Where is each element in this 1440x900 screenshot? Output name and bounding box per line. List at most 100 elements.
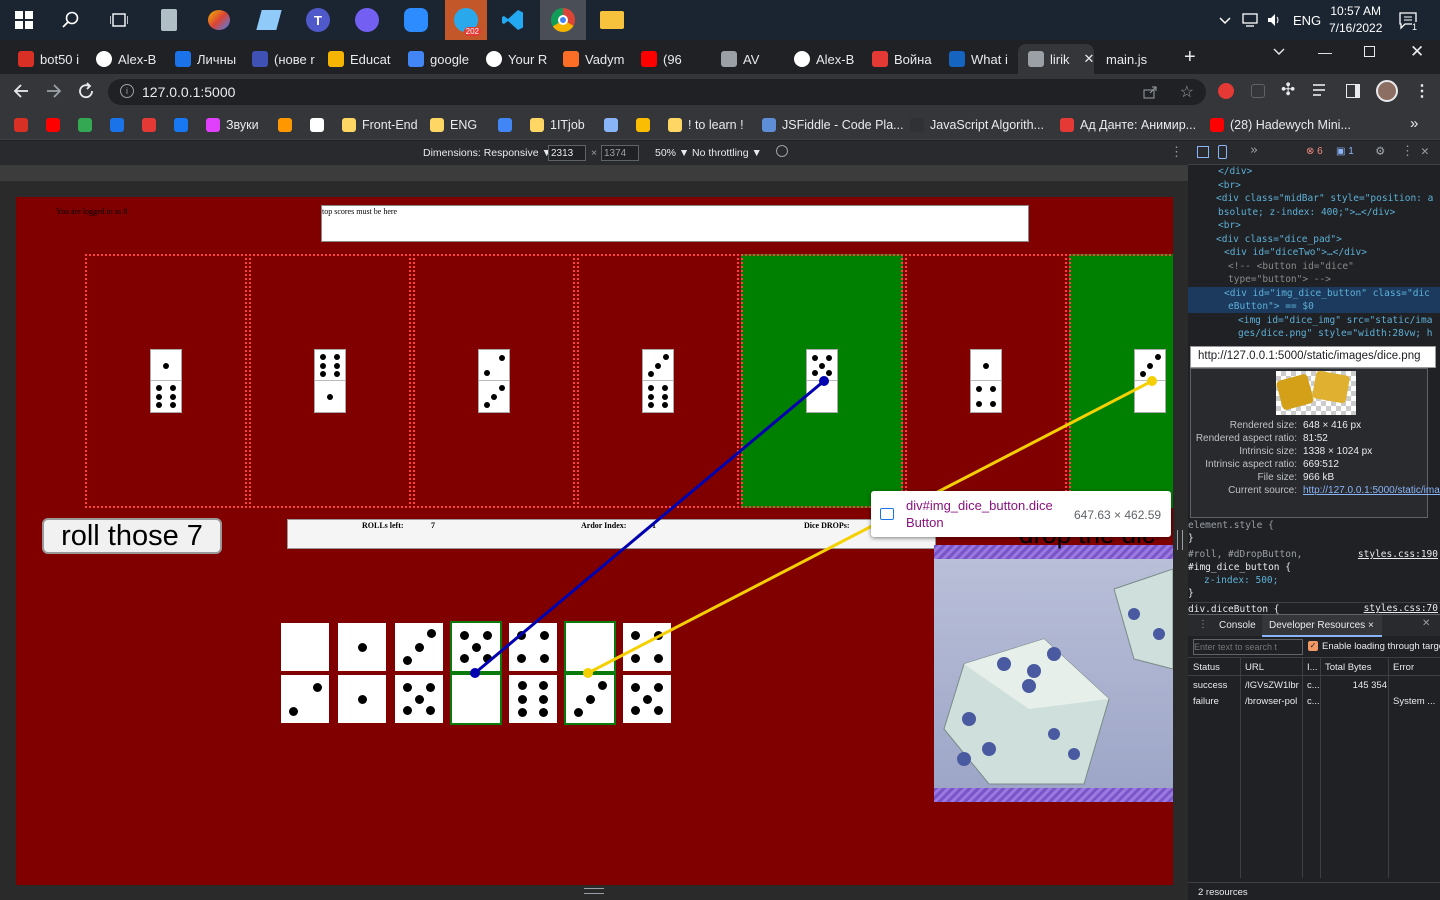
bookmark-13[interactable]: 1ITjob: [530, 116, 585, 134]
language-indicator[interactable]: ENG: [1293, 0, 1321, 40]
styles-pane[interactable]: element.style { } #roll, #dDropButton, s…: [1188, 519, 1440, 615]
dom-node-line[interactable]: eButton"> == $0: [1188, 300, 1440, 313]
elements-tree[interactable]: </div> <br> <div class="midBar" style="pos…: [1188, 165, 1440, 341]
tab-2[interactable]: Alex-B: [86, 44, 165, 74]
close-drawer-icon[interactable]: ✕: [1422, 618, 1430, 629]
tab-11[interactable]: Alex-B: [784, 44, 862, 74]
extension-square-icon[interactable]: [1251, 84, 1265, 98]
bookmark-10[interactable]: Front-End: [342, 116, 418, 134]
viber-icon[interactable]: [351, 4, 383, 36]
dom-node-line[interactable]: ges/dice.png" style="width:28vw; h: [1188, 327, 1440, 340]
resources-search-input[interactable]: [1193, 639, 1303, 655]
bookmark-11[interactable]: ENG: [430, 116, 477, 134]
tab-10[interactable]: AV: [711, 44, 784, 74]
zoom-dropdown[interactable]: 50% ▼: [655, 147, 689, 159]
bookmark-18[interactable]: JavaScript Algorith...: [910, 116, 1044, 134]
zoom-icon[interactable]: [400, 4, 432, 36]
site-info-icon[interactable]: i: [120, 84, 134, 98]
close-devtools-icon[interactable]: ✕: [1421, 144, 1429, 159]
column-header[interactable]: Status: [1193, 662, 1239, 673]
volume-icon[interactable]: [1266, 0, 1282, 40]
close-window-icon[interactable]: ✕: [1410, 42, 1424, 62]
inspect-element-icon[interactable]: [1197, 146, 1209, 158]
search-icon[interactable]: [55, 4, 87, 36]
minimize-icon[interactable]: —: [1318, 44, 1332, 60]
bookmark-16[interactable]: ! to learn !: [668, 116, 744, 134]
task-view-icon[interactable]: [103, 4, 135, 36]
more-tabs-icon[interactable]: »: [1250, 143, 1258, 158]
table-row[interactable]: success/lGVsZW1lbr c... 145 354: [1188, 678, 1440, 694]
extensions-puzzle-icon[interactable]: ✣: [1281, 80, 1295, 100]
dom-node-line[interactable]: <img id="dice_img" src="static/ima: [1188, 314, 1440, 327]
bookmark-3[interactable]: [78, 116, 92, 134]
telegram-icon[interactable]: 202: [445, 0, 487, 40]
bookmark-14[interactable]: [604, 116, 618, 134]
chrome-menu-icon[interactable]: ⋮: [1414, 81, 1430, 101]
tab-4[interactable]: (нове r: [242, 44, 318, 74]
tab-developer-resources[interactable]: Developer Resources ×: [1262, 615, 1382, 637]
bookmark-star-icon[interactable]: ☆: [1180, 82, 1194, 102]
dom-node-line[interactable]: <!-- <button id="dice": [1188, 260, 1440, 273]
windows-start-icon[interactable]: [8, 4, 40, 36]
tab-3[interactable]: Личны: [165, 44, 242, 74]
maximize-icon[interactable]: [1364, 46, 1375, 57]
bookmark-9[interactable]: [310, 116, 324, 134]
dom-node-line[interactable]: type="button"> -->: [1188, 273, 1440, 286]
new-tab-icon[interactable]: +: [1184, 46, 1196, 69]
settings-gear-icon[interactable]: ⚙: [1376, 143, 1384, 159]
share-icon[interactable]: [1142, 84, 1158, 103]
file-explorer-icon[interactable]: [596, 4, 628, 36]
vscode-icon[interactable]: [497, 4, 529, 36]
dom-node-line[interactable]: <br>: [1188, 179, 1440, 192]
dom-node-line[interactable]: <div class="dice_pad">: [1188, 233, 1440, 246]
tab-console[interactable]: Console: [1219, 620, 1256, 631]
error-count-badge[interactable]: ⊗ 6: [1306, 146, 1323, 157]
bookmark-19[interactable]: Ад Данте: Анимир...: [1060, 116, 1196, 134]
more-bookmarks-icon[interactable]: »: [1410, 115, 1418, 132]
bookmark-1[interactable]: [14, 116, 28, 134]
teams-icon[interactable]: T: [302, 4, 334, 36]
device-menu-icon[interactable]: ⋮: [1170, 144, 1183, 160]
dom-node-line[interactable]: <div id="diceTwo">…</div>: [1188, 246, 1440, 259]
address-bar[interactable]: i 127.0.0.1:5000 ☆: [108, 79, 1206, 105]
dom-node-line[interactable]: bsolute; z-index: 400;">…</div>: [1188, 206, 1440, 219]
bookmark-5[interactable]: [142, 116, 156, 134]
bookmark-7[interactable]: Звуки: [206, 116, 259, 134]
bookmark-6[interactable]: [174, 116, 188, 134]
tab-13[interactable]: What i: [939, 44, 1018, 74]
dom-node-line[interactable]: <br>: [1188, 219, 1440, 232]
message-count-badge[interactable]: ▣ 1: [1336, 146, 1354, 157]
tab-12[interactable]: Война: [862, 44, 939, 74]
tab-5[interactable]: Educat: [318, 44, 398, 74]
tab-14[interactable]: lirik ✕: [1018, 44, 1094, 74]
column-header[interactable]: Total Bytes: [1325, 662, 1387, 673]
tab-7[interactable]: Your R: [476, 44, 553, 74]
chrome-icon[interactable]: [540, 0, 586, 40]
bookmark-15[interactable]: [636, 116, 650, 134]
notifications-icon[interactable]: 1: [1398, 0, 1418, 40]
dimensions-dropdown[interactable]: Dimensions: Responsive ▼: [423, 147, 552, 159]
table-row[interactable]: failure/browser-pol c... System ...: [1188, 694, 1440, 710]
tab-6[interactable]: google: [398, 44, 476, 74]
notepad-icon[interactable]: [253, 4, 285, 36]
resources-table[interactable]: Status URL I... Total Bytes Error success/lGV…: [1188, 658, 1440, 878]
bookmark-4[interactable]: [110, 116, 124, 134]
tab-15[interactable]: main.js: [1096, 44, 1176, 74]
paint-icon[interactable]: [203, 4, 235, 36]
close-tab-icon[interactable]: ✕: [1084, 51, 1095, 67]
back-icon[interactable]: [12, 82, 30, 105]
side-panel-icon[interactable]: [1346, 84, 1360, 98]
height-input[interactable]: [601, 145, 639, 161]
dom-node-line[interactable]: <div class="midBar" style="position: a: [1188, 192, 1440, 205]
image-info-value[interactable]: http://127.0.0.1:5000/static/images/dice…: [1303, 485, 1440, 496]
network-icon[interactable]: [1241, 0, 1259, 40]
enable-loading-checkbox[interactable]: ✓: [1308, 641, 1318, 651]
bookmark-20[interactable]: (28) Hadewych Mini...: [1210, 116, 1351, 134]
bookmark-2[interactable]: [46, 116, 60, 134]
calculator-icon[interactable]: [153, 4, 185, 36]
resize-handle-bottom[interactable]: [584, 888, 604, 894]
column-header[interactable]: I...: [1307, 662, 1319, 673]
extension-shield-icon[interactable]: [1218, 83, 1234, 99]
tab-8[interactable]: Vadym: [553, 44, 631, 74]
rotate-icon[interactable]: [776, 145, 788, 157]
